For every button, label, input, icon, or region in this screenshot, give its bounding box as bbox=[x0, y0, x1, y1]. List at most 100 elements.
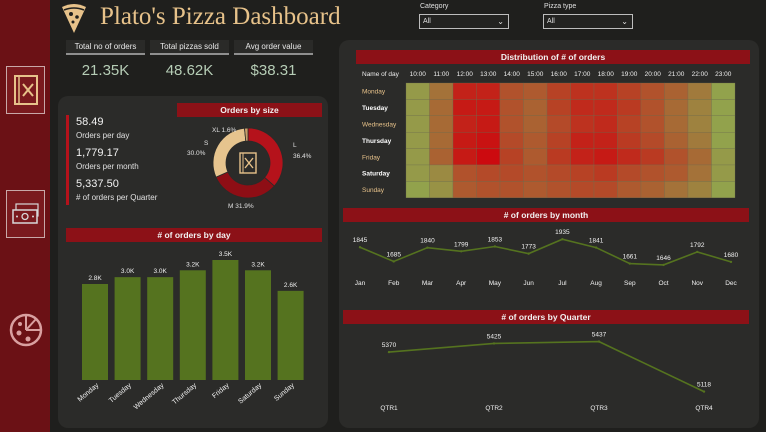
heatmap-cell[interactable] bbox=[452, 164, 477, 182]
heatmap-cell[interactable] bbox=[640, 181, 665, 198]
heatmap-cell[interactable] bbox=[405, 181, 430, 198]
heatmap-cell[interactable] bbox=[476, 148, 501, 166]
heatmap-cell[interactable] bbox=[593, 82, 618, 100]
heatmap-cell[interactable] bbox=[476, 115, 501, 133]
heatmap-cell[interactable] bbox=[429, 164, 454, 182]
bar-friday[interactable] bbox=[212, 260, 239, 380]
sidebar-item-pizza[interactable] bbox=[6, 306, 45, 354]
heatmap-cell[interactable] bbox=[617, 181, 642, 198]
bar-wednesday[interactable] bbox=[147, 277, 174, 380]
heatmap-cell[interactable] bbox=[546, 164, 571, 182]
heatmap-cell[interactable] bbox=[546, 181, 571, 198]
heatmap-cell[interactable] bbox=[570, 82, 595, 100]
heatmap-cell[interactable] bbox=[452, 99, 477, 116]
heatmap-cell[interactable] bbox=[546, 148, 571, 166]
heatmap-cell[interactable] bbox=[523, 99, 548, 116]
pizza-type-filter-dropdown[interactable]: All ⌄ bbox=[543, 14, 633, 29]
series-point[interactable] bbox=[696, 250, 699, 254]
heatmap-cell[interactable] bbox=[687, 164, 712, 182]
heatmap-cell[interactable] bbox=[452, 115, 477, 133]
heatmap-cell[interactable] bbox=[570, 115, 595, 133]
heatmap-cell[interactable] bbox=[429, 115, 454, 133]
category-filter-dropdown[interactable]: All ⌄ bbox=[419, 14, 509, 29]
series-point[interactable] bbox=[662, 263, 665, 267]
series-point[interactable] bbox=[387, 350, 391, 354]
heatmap-cell[interactable] bbox=[711, 99, 736, 116]
series-point[interactable] bbox=[702, 390, 706, 393]
heatmap-cell[interactable] bbox=[499, 132, 524, 149]
heatmap-cell[interactable] bbox=[617, 148, 642, 166]
heatmap-cell[interactable] bbox=[499, 115, 524, 133]
bar-tuesday[interactable] bbox=[114, 277, 141, 380]
heatmap-cell[interactable] bbox=[593, 132, 618, 149]
heatmap-cell[interactable] bbox=[476, 181, 501, 198]
heatmap-cell[interactable] bbox=[593, 164, 618, 182]
heatmap-cell[interactable] bbox=[593, 99, 618, 116]
series-line[interactable] bbox=[388, 340, 705, 393]
heatmap-cell[interactable] bbox=[687, 181, 712, 198]
donut-slice-l[interactable] bbox=[247, 127, 284, 187]
heatmap-cell[interactable] bbox=[570, 164, 595, 182]
heatmap-cell[interactable] bbox=[429, 181, 454, 198]
heatmap-cell[interactable] bbox=[429, 148, 454, 166]
heatmap-cell[interactable] bbox=[570, 181, 595, 198]
series-point[interactable] bbox=[527, 252, 530, 255]
heatmap-cell[interactable] bbox=[429, 99, 454, 116]
heatmap-cell[interactable] bbox=[476, 82, 501, 100]
series-point[interactable] bbox=[493, 245, 497, 248]
series-point[interactable] bbox=[594, 246, 598, 249]
heatmap-cell[interactable] bbox=[664, 164, 689, 182]
heatmap-cell[interactable] bbox=[523, 132, 548, 149]
heatmap-cell[interactable] bbox=[523, 115, 548, 133]
heatmap-cell[interactable] bbox=[664, 181, 689, 198]
heatmap-cell[interactable] bbox=[405, 164, 430, 182]
sidebar-item-sales[interactable] bbox=[6, 190, 45, 238]
heatmap-cell[interactable] bbox=[499, 148, 524, 166]
heatmap-cell[interactable] bbox=[499, 82, 524, 100]
heatmap-cell[interactable] bbox=[429, 82, 454, 100]
heatmap-cell[interactable] bbox=[617, 132, 642, 149]
heatmap-cell[interactable] bbox=[452, 132, 477, 149]
heatmap-cell[interactable] bbox=[523, 164, 548, 182]
heatmap-cell[interactable] bbox=[711, 148, 736, 166]
heatmap-cell[interactable] bbox=[640, 132, 665, 149]
heatmap-cell[interactable] bbox=[476, 132, 501, 149]
heatmap-cell[interactable] bbox=[640, 99, 665, 116]
bar-sunday[interactable] bbox=[277, 290, 304, 380]
heatmap-cell[interactable] bbox=[499, 181, 524, 198]
series-point[interactable] bbox=[628, 262, 632, 265]
heatmap-cell[interactable] bbox=[640, 115, 665, 133]
heatmap-cell[interactable] bbox=[687, 148, 712, 166]
heatmap-cell[interactable] bbox=[405, 82, 430, 100]
series-point[interactable] bbox=[561, 238, 564, 241]
heatmap-cell[interactable] bbox=[711, 181, 736, 198]
series-point[interactable] bbox=[597, 340, 601, 343]
heatmap-cell[interactable] bbox=[664, 132, 689, 149]
series-point[interactable] bbox=[459, 250, 463, 253]
heatmap-cell[interactable] bbox=[711, 115, 736, 133]
heatmap-cell[interactable] bbox=[640, 164, 665, 182]
heatmap-cell[interactable] bbox=[711, 164, 736, 182]
heatmap-cell[interactable] bbox=[429, 132, 454, 149]
series-point[interactable] bbox=[729, 260, 733, 264]
heatmap-cell[interactable] bbox=[640, 82, 665, 100]
heatmap-cell[interactable] bbox=[664, 115, 689, 133]
heatmap-cell[interactable] bbox=[593, 148, 618, 166]
series-point[interactable] bbox=[358, 246, 362, 249]
heatmap-cell[interactable] bbox=[405, 99, 430, 116]
heatmap-cell[interactable] bbox=[546, 115, 571, 133]
heatmap-cell[interactable] bbox=[405, 115, 430, 133]
heatmap-cell[interactable] bbox=[664, 99, 689, 116]
series-point[interactable] bbox=[492, 342, 496, 345]
heatmap-cell[interactable] bbox=[570, 148, 595, 166]
series-point[interactable] bbox=[392, 260, 395, 263]
bar-monday[interactable] bbox=[82, 284, 108, 380]
heatmap-cell[interactable] bbox=[523, 82, 548, 100]
heatmap-cell[interactable] bbox=[617, 99, 642, 116]
heatmap-cell[interactable] bbox=[499, 164, 524, 182]
heatmap-cell[interactable] bbox=[593, 115, 618, 133]
heatmap-cell[interactable] bbox=[570, 99, 595, 116]
heatmap-cell[interactable] bbox=[523, 148, 548, 166]
heatmap-cell[interactable] bbox=[687, 132, 712, 149]
heatmap-cell[interactable] bbox=[617, 82, 642, 100]
